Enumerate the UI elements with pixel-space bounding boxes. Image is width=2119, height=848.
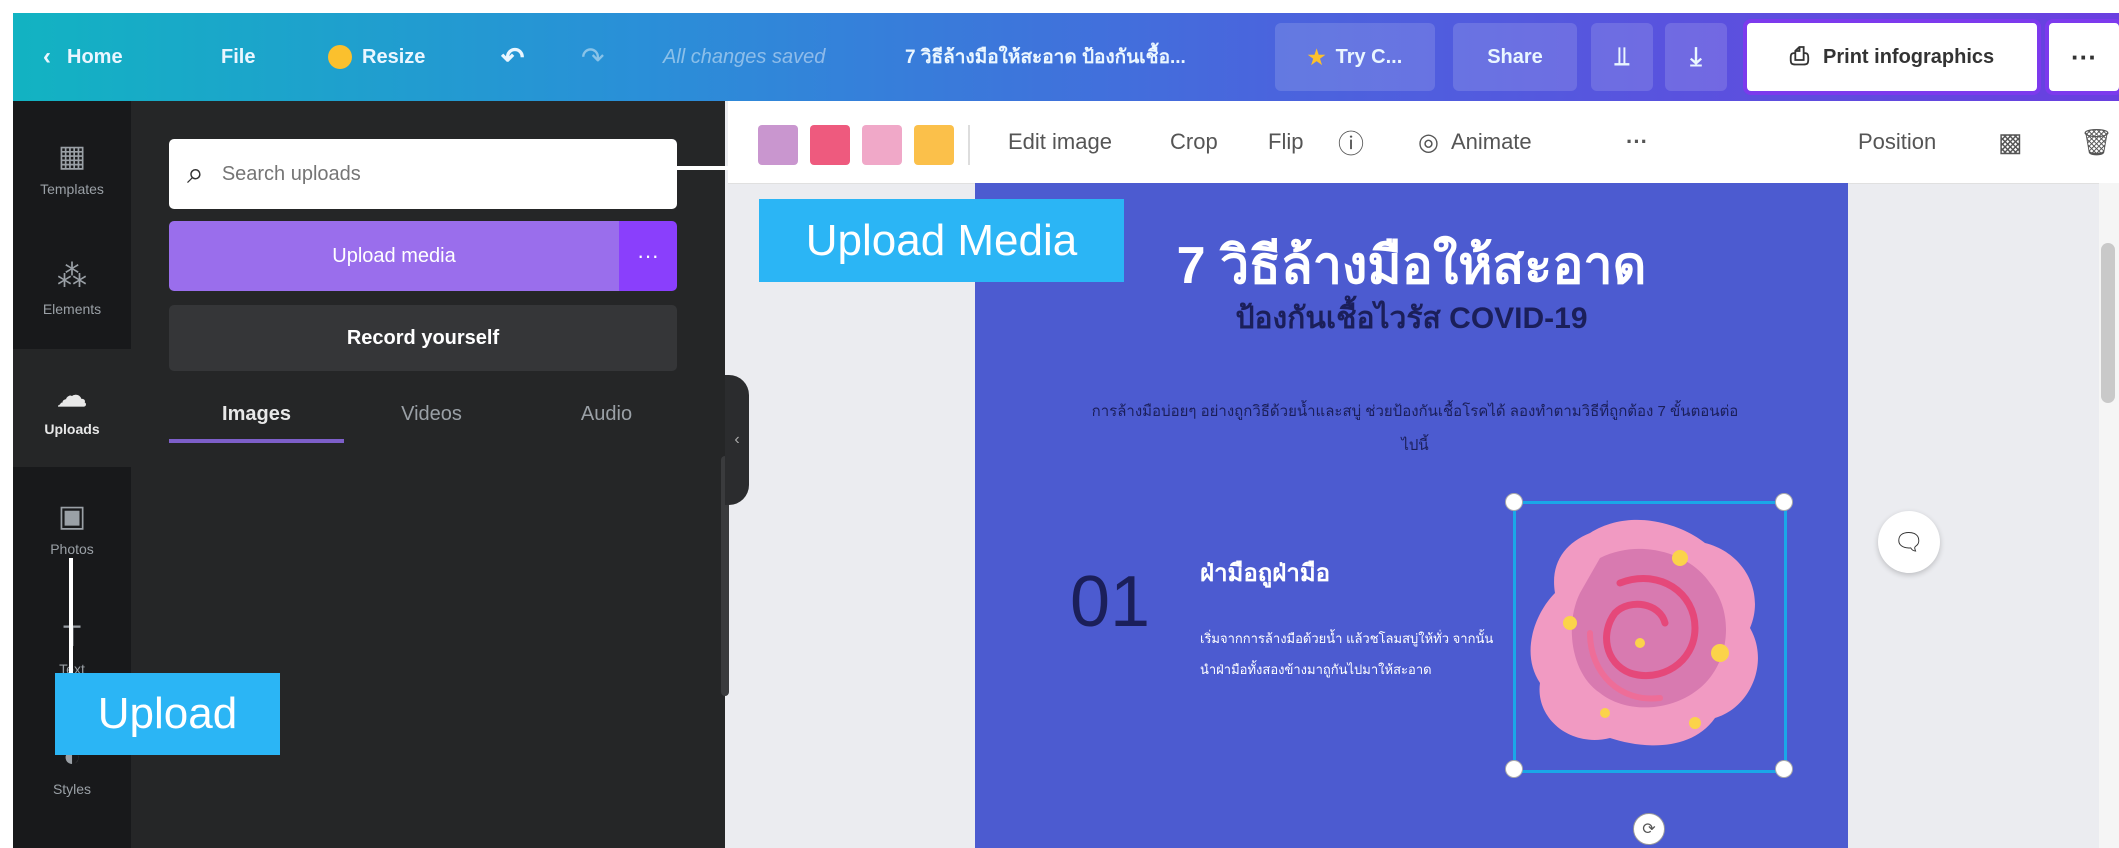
upload-media-button[interactable]: Upload media <box>169 221 619 291</box>
elements-icon: ⁂ <box>57 260 87 293</box>
search-icon: ⌕ <box>187 157 204 190</box>
templates-icon: ▦ <box>57 140 87 173</box>
position-button[interactable]: Position <box>1858 101 1936 183</box>
intro-text[interactable]: การล้างมือบ่อยๆ อย่างถูกวิธีด้วยน้ำและสบ… <box>1085 395 1745 463</box>
crop-button[interactable]: Crop <box>1170 101 1218 183</box>
step-body[interactable]: เริ่มจากการล้างมือด้วยน้ำ แล้วชโลมสบู่ให… <box>1200 623 1500 685</box>
print-infographics-button[interactable]: ⎙ Print infographics <box>1743 19 2041 95</box>
flip-button[interactable]: Flip <box>1268 101 1303 183</box>
search-box[interactable]: ⌕ <box>169 139 677 209</box>
collapse-panel-handle[interactable]: ‹ <box>725 375 749 505</box>
color-swatch[interactable] <box>914 125 954 165</box>
crown-icon <box>328 45 352 69</box>
tab-videos[interactable]: Videos <box>344 389 519 439</box>
top-bar: ‹ Home File Resize ↶ ↷ All changes saved… <box>13 13 2119 101</box>
resize-handle[interactable] <box>1505 493 1523 511</box>
rail-item-elements[interactable]: ⁂ Elements <box>13 229 131 347</box>
more-button[interactable]: ··· <box>1626 101 1648 183</box>
upload-callout: Upload <box>55 673 280 755</box>
stats-icon[interactable]: ⫫ <box>1591 23 1653 91</box>
tab-images[interactable]: Images <box>169 389 344 443</box>
divider <box>968 125 970 165</box>
more-options-button[interactable]: ··· <box>2045 19 2119 95</box>
share-button[interactable]: Share <box>1453 23 1577 91</box>
star-icon: ★ <box>1307 46 1326 69</box>
resize-handle[interactable] <box>1775 760 1793 778</box>
trash-icon[interactable]: 🗑 <box>2080 101 2113 183</box>
photos-icon: ▣ <box>57 500 87 533</box>
step-title[interactable]: ฝ่ามือถูฝ่ามือ <box>1200 553 1500 592</box>
record-yourself-button[interactable]: Record yourself <box>169 305 677 371</box>
step-number[interactable]: 01 <box>1070 561 1210 643</box>
animate-icon: ◎ <box>1418 128 1439 156</box>
resize-handle[interactable] <box>1505 760 1523 778</box>
context-toolbar: Edit image Crop Flip ⓘ ◎ Animate ··· Pos… <box>728 101 2119 184</box>
redo-icon[interactable]: ↷ <box>581 13 604 101</box>
page-subtitle[interactable]: ป้องกันเชื้อไวรัส COVID-19 <box>975 295 1848 342</box>
search-input[interactable] <box>219 161 624 187</box>
document-title[interactable]: 7 วิธีล้างมือให้สะอาด ป้องกันเชื้อ... <box>905 13 1245 101</box>
animate-button[interactable]: ◎ Animate <box>1418 101 1532 183</box>
color-swatch[interactable] <box>758 125 798 165</box>
download-icon[interactable]: ⤓ <box>1665 23 1727 91</box>
color-swatch[interactable] <box>862 125 902 165</box>
file-menu[interactable]: File <box>221 13 255 101</box>
home-button[interactable]: ‹ Home <box>43 13 123 101</box>
rail-item-uploads[interactable]: ☁ Uploads <box>13 349 131 467</box>
undo-icon[interactable]: ↶ <box>501 13 524 101</box>
chevron-left-icon: ‹ <box>43 43 51 70</box>
callout-connector <box>69 558 73 688</box>
upload-more-button[interactable]: ··· <box>619 221 677 291</box>
rail-item-templates[interactable]: ▦ Templates <box>13 109 131 227</box>
edit-image-button[interactable]: Edit image <box>1008 101 1112 183</box>
try-button[interactable]: ★ Try C... <box>1275 23 1435 91</box>
info-icon[interactable]: ⓘ <box>1338 101 1364 183</box>
callout-connector <box>623 166 773 170</box>
comment-icon[interactable]: 🗨 <box>1878 511 1940 573</box>
canva-editor: ‹ Home File Resize ↶ ↷ All changes saved… <box>13 13 2119 848</box>
transparency-icon[interactable]: ▩ <box>1998 101 2023 183</box>
color-swatch[interactable] <box>810 125 850 165</box>
selection-box[interactable] <box>1513 501 1787 773</box>
resize-handle[interactable] <box>1775 493 1793 511</box>
rotate-handle[interactable]: ⟳ <box>1633 813 1665 845</box>
saved-status: All changes saved <box>663 45 826 68</box>
canvas-scrollbar-thumb[interactable] <box>2101 243 2115 403</box>
tab-audio[interactable]: Audio <box>519 389 694 439</box>
chevron-left-icon: ‹ <box>734 431 740 448</box>
upload-media-callout: Upload Media <box>759 199 1124 282</box>
upload-cloud-icon: ☁ <box>57 380 87 413</box>
printer-icon: ⎙ <box>1789 43 1810 70</box>
resize-button[interactable]: Resize <box>328 13 425 101</box>
